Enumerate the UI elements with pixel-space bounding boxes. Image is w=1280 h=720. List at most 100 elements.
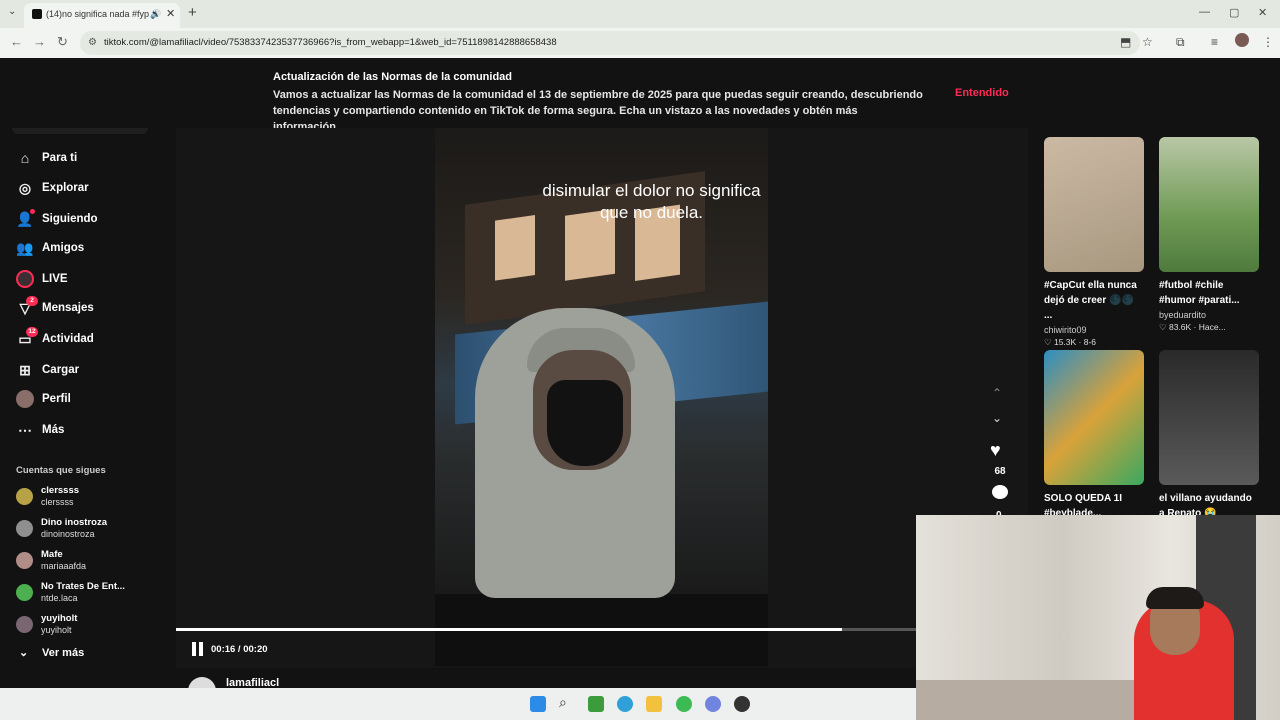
following-account[interactable]: Mafe mariaaafda xyxy=(16,548,166,574)
account-name: No Trates De Ent... xyxy=(41,581,125,592)
account-handle: yuyiholt xyxy=(41,625,72,635)
tab-title: (14)no significa nada #fyp # xyxy=(46,9,157,19)
avatar xyxy=(16,552,33,569)
related-video-card[interactable]: el villano ayudando a Renato 😭 xyxy=(1159,350,1259,521)
bed-shape xyxy=(916,680,1156,720)
video-title: #CapCut ella nunca dejó de creer 🌑🌑 ... xyxy=(1044,280,1137,321)
sidebar-item-mas[interactable]: ⋯ Más xyxy=(16,418,166,442)
minecraft-icon[interactable] xyxy=(588,696,604,712)
account-handle: dinoinostroza xyxy=(41,529,95,539)
site-info-icon[interactable]: ⚙ xyxy=(88,31,97,55)
sidebar-item-mensajes[interactable]: ▽ 2 Mensajes xyxy=(16,296,166,320)
browser-tab[interactable]: (14)no significa nada #fyp # 🔊 ✕ xyxy=(24,3,180,28)
windows-start-icon[interactable] xyxy=(530,696,546,712)
speaker-icon[interactable]: 🔊 xyxy=(150,3,161,25)
video-frame[interactable]: disimular el dolor no significa que no d… xyxy=(435,128,768,666)
like-heart-icon[interactable]: ♥ xyxy=(990,440,1001,461)
tab-search-icon[interactable]: ⌄ xyxy=(8,6,16,17)
following-account[interactable]: No Trates De Ent... ntde.laca xyxy=(16,580,166,606)
live-avatar-icon xyxy=(16,270,34,288)
playback-time: 00:16 / 00:20 xyxy=(211,644,268,655)
search-bar-edge xyxy=(12,128,148,134)
like-count: 68 xyxy=(994,466,1006,477)
sidebar-item-live[interactable]: LIVE xyxy=(16,267,166,291)
see-more-label: Ver más xyxy=(42,647,85,659)
video-thumbnail xyxy=(1159,137,1259,272)
bookmark-star-icon[interactable]: ☆ xyxy=(1142,35,1153,49)
banner-accept-button[interactable]: Entendido xyxy=(955,87,1009,99)
edge-icon[interactable] xyxy=(617,696,633,712)
media-control-icon[interactable]: ≡ xyxy=(1211,35,1218,49)
following-account[interactable]: clerssss clerssss xyxy=(16,484,166,510)
close-window-icon[interactable]: ✕ xyxy=(1258,6,1267,19)
account-name: Mafe xyxy=(41,549,63,560)
browser-chrome: ⌄ (14)no significa nada #fyp # 🔊 ✕ + — ▢… xyxy=(0,0,1280,58)
search-icon[interactable]: ⌕ xyxy=(559,694,575,710)
see-more-button[interactable]: ⌄ Ver más xyxy=(16,647,84,659)
related-video-card[interactable]: SOLO QUEDA 1I #beyblade... xyxy=(1044,350,1144,521)
activity-badge: 12 xyxy=(26,327,38,337)
minimize-icon[interactable]: — xyxy=(1199,6,1210,18)
progress-fill xyxy=(176,628,842,631)
install-app-icon[interactable]: ⬒ xyxy=(1120,35,1131,49)
file-explorer-icon[interactable] xyxy=(646,696,662,712)
address-bar[interactable]: ⚙ tiktok.com/@lamafiliacl/video/75383374… xyxy=(80,31,1140,55)
avatar xyxy=(16,488,33,505)
obs-icon[interactable] xyxy=(734,696,750,712)
following-account[interactable]: Dino inostroza dinoinostroza xyxy=(16,516,166,542)
sidebar-item-label: Actividad xyxy=(42,333,94,345)
friends-icon: 👥 xyxy=(16,240,34,256)
close-tab-icon[interactable]: ✕ xyxy=(166,3,175,25)
video-title: #futbol #chile #humor #parati... xyxy=(1159,280,1240,306)
related-video-card[interactable]: #CapCut ella nunca dejó de creer 🌑🌑 ... … xyxy=(1044,137,1144,348)
menu-kebab-icon[interactable]: ⋮ xyxy=(1262,35,1274,49)
url-text: tiktok.com/@lamafiliacl/video/7538337423… xyxy=(104,37,557,48)
sidebar-item-cargar[interactable]: ⊞ Cargar xyxy=(16,358,166,382)
progress-bar[interactable] xyxy=(176,628,916,631)
account-handle: clerssss xyxy=(41,497,74,507)
sidebar-item-explorar[interactable]: ◎ Explorar xyxy=(16,176,166,200)
video-player[interactable]: disimular el dolor no significa que no d… xyxy=(176,128,1028,691)
maximize-icon[interactable]: ▢ xyxy=(1229,6,1239,19)
sidebar-item-siguiendo[interactable]: 👤 Siguiendo xyxy=(16,207,166,231)
window-shape xyxy=(495,215,535,281)
tab-strip: ⌄ (14)no significa nada #fyp # 🔊 ✕ + — ▢… xyxy=(0,0,1280,28)
sidebar-item-perfil[interactable]: Perfil xyxy=(16,387,166,411)
following-section-title: Cuentas que sigues xyxy=(16,465,106,476)
extensions-icon[interactable]: ⧉ xyxy=(1176,35,1185,50)
sidebar-item-label: Mensajes xyxy=(42,302,94,314)
pause-icon[interactable] xyxy=(192,642,204,656)
taskbar: ⌕ xyxy=(0,688,916,720)
nav-bar: ← → ↻ ⚙ tiktok.com/@lamafiliacl/video/75… xyxy=(0,28,1280,58)
sidebar-item-amigos[interactable]: 👥 Amigos xyxy=(16,236,166,260)
upload-plus-icon: ⊞ xyxy=(19,362,31,378)
following-account[interactable]: yuyiholt yuyiholt xyxy=(16,612,166,638)
previous-video-icon[interactable]: ⌃ xyxy=(992,386,1002,400)
reload-icon[interactable]: ↻ xyxy=(57,34,68,50)
next-video-icon[interactable]: ⌄ xyxy=(992,411,1002,425)
home-icon: ⌂ xyxy=(20,150,30,166)
account-handle: ntde.laca xyxy=(41,593,78,603)
chrome-icon[interactable] xyxy=(676,696,692,712)
forward-icon[interactable]: → xyxy=(33,34,46,49)
messages-badge: 2 xyxy=(26,296,38,306)
sidebar-item-label: Amigos xyxy=(42,242,85,254)
video-author: chiwirito09 xyxy=(1044,325,1087,335)
sidebar-item-label: Más xyxy=(42,424,65,436)
related-video-card[interactable]: #futbol #chile #humor #parati... byeduar… xyxy=(1159,137,1259,333)
sidebar-item-actividad[interactable]: ▭ 12 Actividad xyxy=(16,327,166,351)
back-icon[interactable]: ← xyxy=(10,34,23,49)
discord-icon[interactable] xyxy=(705,696,721,712)
video-author: byeduardito xyxy=(1159,310,1207,320)
profile-avatar[interactable] xyxy=(1235,33,1249,47)
sidebar-item-para-ti[interactable]: ⌂ Para ti xyxy=(16,146,166,170)
avatar xyxy=(16,520,33,537)
comment-icon[interactable] xyxy=(992,485,1008,499)
account-name: clerssss xyxy=(41,485,80,496)
sidebar-item-label: Para ti xyxy=(42,152,78,164)
tiktok-favicon-icon xyxy=(32,9,42,19)
profile-avatar-icon xyxy=(16,390,34,408)
more-dots-icon: ⋯ xyxy=(18,422,32,438)
guidelines-banner: Actualización de las Normas de la comuni… xyxy=(0,58,1280,133)
new-tab-button[interactable]: + xyxy=(188,4,197,21)
